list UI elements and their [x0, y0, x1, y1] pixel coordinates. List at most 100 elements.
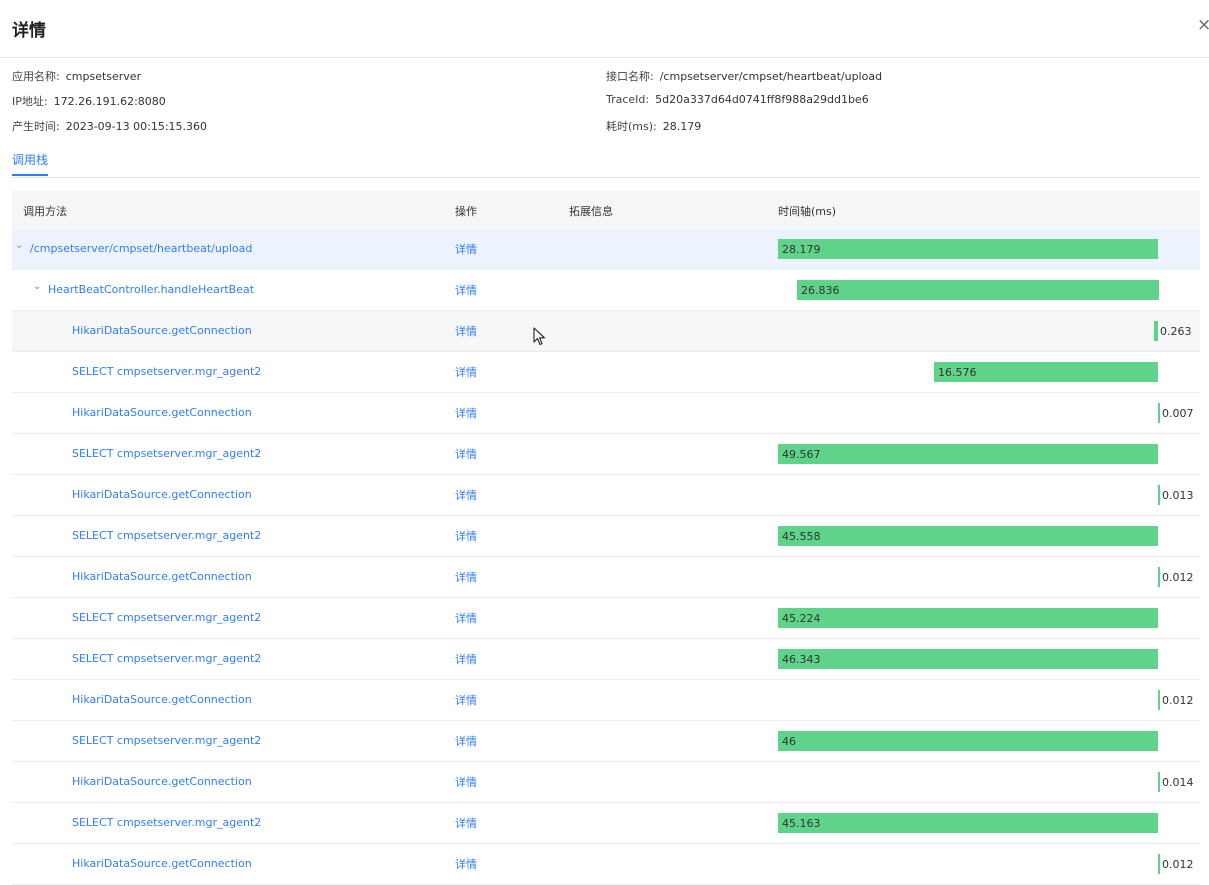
- table-row[interactable]: SELECT cmpsetserver.mgr_agent2 详情 49.567: [12, 434, 1200, 475]
- timeline-value: 45.224: [782, 612, 821, 625]
- timeline-value: 0.013: [1162, 489, 1194, 502]
- timeline-bar: [778, 239, 1158, 259]
- method-name[interactable]: HikariDataSource.getConnection: [72, 488, 252, 501]
- time-label: 产生时间:: [12, 120, 60, 133]
- timeline-bar: [778, 731, 1158, 751]
- app-name-value: cmpsetserver: [65, 70, 142, 83]
- detail-link[interactable]: 详情: [455, 569, 477, 585]
- info-api: 接口名称: /cmpsetserver/cmpset/heartbeat/uplo…: [606, 68, 882, 84]
- timeline-bar: [778, 526, 1158, 546]
- timeline-value: 0.007: [1162, 407, 1194, 420]
- table-row[interactable]: HikariDataSource.getConnection 详情 0.007: [12, 393, 1200, 434]
- timeline-bar: [1154, 321, 1158, 341]
- chevron-down-icon[interactable]: ⌄: [15, 240, 23, 251]
- timeline-bar: [1158, 690, 1160, 710]
- detail-link[interactable]: 详情: [455, 241, 477, 257]
- timeline-value: 45.163: [782, 817, 821, 830]
- table-row[interactable]: HikariDataSource.getConnection 详情 0.014: [12, 762, 1200, 803]
- timeline-bar: [1158, 485, 1160, 505]
- detail-link[interactable]: 详情: [455, 856, 477, 872]
- timeline-bar: [778, 649, 1158, 669]
- table-row[interactable]: HikariDataSource.getConnection 详情 0.012: [12, 680, 1200, 721]
- header-op: 操作: [455, 205, 477, 218]
- app-name-label: 应用名称:: [12, 70, 60, 83]
- method-name[interactable]: SELECT cmpsetserver.mgr_agent2: [72, 652, 261, 665]
- method-name[interactable]: HeartBeatController.handleHeartBeat: [48, 283, 254, 296]
- detail-link[interactable]: 详情: [455, 323, 477, 339]
- method-name[interactable]: SELECT cmpsetserver.mgr_agent2: [72, 816, 261, 829]
- header-method: 调用方法: [23, 205, 67, 218]
- chevron-down-icon[interactable]: ⌄: [33, 281, 41, 292]
- method-name[interactable]: HikariDataSource.getConnection: [72, 570, 252, 583]
- table-header: 调用方法 操作 拓展信息 时间轴(ms): [12, 191, 1200, 229]
- table-row[interactable]: ⌄ /cmpsetserver/cmpset/heartbeat/upload 详情…: [12, 229, 1200, 270]
- trace-value: 5d20a337d64d0741ff8f988a29dd1be6: [655, 93, 869, 106]
- api-label: 接口名称:: [606, 70, 654, 83]
- timeline-bar: [778, 444, 1158, 464]
- detail-link[interactable]: 详情: [455, 774, 477, 790]
- info-ip: IP地址: 172.26.191.62:8080: [12, 93, 166, 109]
- dialog-title: 详情: [12, 21, 46, 41]
- method-name[interactable]: HikariDataSource.getConnection: [72, 324, 252, 337]
- method-name[interactable]: SELECT cmpsetserver.mgr_agent2: [72, 529, 261, 542]
- detail-link[interactable]: 详情: [455, 446, 477, 462]
- detail-link[interactable]: 详情: [455, 528, 477, 544]
- table-row[interactable]: SELECT cmpsetserver.mgr_agent2 详情 16.576: [12, 352, 1200, 393]
- timeline-bar: [1158, 567, 1160, 587]
- ip-label: IP地址:: [12, 95, 48, 108]
- detail-link[interactable]: 详情: [455, 405, 477, 421]
- table-row[interactable]: SELECT cmpsetserver.mgr_agent2 详情 46: [12, 721, 1200, 762]
- timeline-bar: [1158, 403, 1160, 423]
- dialog-header: 详情 ×: [0, 0, 1209, 58]
- timeline-value: 0.012: [1162, 694, 1194, 707]
- info-time: 产生时间: 2023-09-13 00:15:15.360: [12, 118, 207, 134]
- table-row[interactable]: SELECT cmpsetserver.mgr_agent2 详情 45.558: [12, 516, 1200, 557]
- timeline-value: 45.558: [782, 530, 821, 543]
- close-icon[interactable]: ×: [1197, 15, 1209, 35]
- api-value: /cmpsetserver/cmpset/heartbeat/upload: [659, 70, 883, 83]
- detail-link[interactable]: 详情: [455, 282, 477, 298]
- timeline-bar: [1158, 854, 1160, 874]
- call-stack-table: 调用方法 操作 拓展信息 时间轴(ms) ⌄ /cmpsetserver/cmps…: [12, 191, 1200, 885]
- method-name[interactable]: HikariDataSource.getConnection: [72, 775, 252, 788]
- timeline-value: 26.836: [801, 284, 840, 297]
- table-row[interactable]: HikariDataSource.getConnection 详情 0.012: [12, 557, 1200, 598]
- timeline-bar: [797, 280, 1159, 300]
- tab-call-stack[interactable]: 调用栈: [12, 151, 49, 176]
- method-name[interactable]: HikariDataSource.getConnection: [72, 406, 252, 419]
- detail-link[interactable]: 详情: [455, 692, 477, 708]
- table-row[interactable]: HikariDataSource.getConnection 详情 0.263: [12, 311, 1200, 352]
- method-name[interactable]: SELECT cmpsetserver.mgr_agent2: [72, 365, 261, 378]
- table-row[interactable]: ⌄ HeartBeatController.handleHeartBeat 详情 26…: [12, 270, 1200, 311]
- method-name[interactable]: SELECT cmpsetserver.mgr_agent2: [72, 447, 261, 460]
- method-name[interactable]: SELECT cmpsetserver.mgr_agent2: [72, 611, 261, 624]
- detail-link[interactable]: 详情: [455, 733, 477, 749]
- timeline-value: 46: [782, 735, 796, 748]
- table-body: ⌄ /cmpsetserver/cmpset/heartbeat/upload 详情…: [12, 229, 1200, 885]
- method-name[interactable]: /cmpsetserver/cmpset/heartbeat/upload: [30, 242, 252, 255]
- method-name[interactable]: SELECT cmpsetserver.mgr_agent2: [72, 734, 261, 747]
- table-row[interactable]: HikariDataSource.getConnection 详情 0.012: [12, 844, 1200, 885]
- table-row[interactable]: SELECT cmpsetserver.mgr_agent2 详情 45.224: [12, 598, 1200, 639]
- detail-link[interactable]: 详情: [455, 610, 477, 626]
- timeline-value: 49.567: [782, 448, 821, 461]
- detail-link[interactable]: 详情: [455, 364, 477, 380]
- timeline-bar: [778, 608, 1158, 628]
- detail-link[interactable]: 详情: [455, 815, 477, 831]
- method-name[interactable]: HikariDataSource.getConnection: [72, 693, 252, 706]
- table-row[interactable]: SELECT cmpsetserver.mgr_agent2 详情 46.343: [12, 639, 1200, 680]
- detail-link[interactable]: 详情: [455, 651, 477, 667]
- info-app-name: 应用名称: cmpsetserver: [12, 68, 141, 84]
- timeline-value: 46.343: [782, 653, 821, 666]
- timeline-value: 0.012: [1162, 571, 1194, 584]
- table-row[interactable]: HikariDataSource.getConnection 详情 0.013: [12, 475, 1200, 516]
- timeline-value: 0.014: [1162, 776, 1194, 789]
- cost-label: 耗时(ms):: [606, 120, 657, 133]
- detail-link[interactable]: 详情: [455, 487, 477, 503]
- ip-value: 172.26.191.62:8080: [53, 95, 166, 108]
- tab-bar: 调用栈: [12, 151, 1200, 178]
- method-name[interactable]: HikariDataSource.getConnection: [72, 857, 252, 870]
- trace-label: TraceId:: [606, 93, 650, 106]
- cost-value: 28.179: [662, 120, 702, 133]
- table-row[interactable]: SELECT cmpsetserver.mgr_agent2 详情 45.163: [12, 803, 1200, 844]
